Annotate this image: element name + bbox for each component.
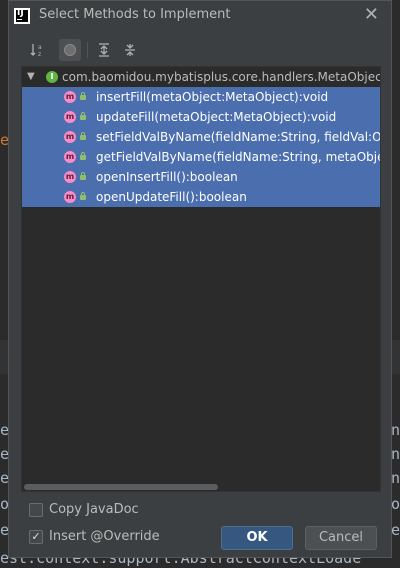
dialog-titlebar[interactable]: IJ Select Methods to Implement ✕ [9, 1, 391, 31]
method-icon: m [64, 191, 76, 203]
method-icon: m [64, 111, 76, 123]
dialog-toolbar: a z [27, 39, 227, 63]
lock-icon [80, 152, 86, 160]
horizontal-scrollbar[interactable] [24, 484, 218, 490]
lock-icon [80, 192, 86, 200]
lock-icon [80, 92, 86, 100]
sort-alpha-icon[interactable]: a z [27, 39, 49, 61]
toolbar-separator [87, 42, 88, 58]
ok-button[interactable]: OK [221, 526, 293, 550]
tree-method-item[interactable]: m openUpdateFill():boolean [22, 187, 380, 207]
methods-tree[interactable]: ▼ I com.baomidou.mybatisplus.core.handle… [21, 66, 381, 492]
method-icon: m [64, 151, 76, 163]
method-label: setFieldValByName(fieldName:String, fiel… [96, 130, 381, 144]
lock-icon [80, 172, 86, 180]
tree-method-item[interactable]: m insertFill(metaObject:MetaObject):void [22, 87, 380, 107]
lock-icon [80, 132, 86, 140]
tree-method-item[interactable]: m setFieldValByName(fieldName:String, fi… [22, 127, 380, 147]
method-label: openUpdateFill():boolean [96, 190, 247, 204]
background-code-line: e [390, 521, 400, 539]
method-label: insertFill(metaObject:MetaObject):void [96, 90, 329, 104]
copy-javadoc-checkbox[interactable] [29, 503, 43, 517]
method-icon: m [64, 171, 76, 183]
close-icon[interactable]: ✕ [364, 4, 379, 26]
copy-javadoc-label: Copy JavaDoc [49, 502, 139, 517]
select-methods-dialog: IJ Select Methods to Implement ✕ a z ▼ I… [8, 0, 392, 558]
svg-text:a: a [38, 44, 42, 51]
insert-override-checkbox[interactable]: ✓ [29, 530, 43, 544]
method-icon: m [64, 131, 76, 143]
svg-text:z: z [38, 51, 41, 58]
tree-method-item[interactable]: m getFieldValByName(fieldName:String, me… [22, 147, 380, 167]
method-label: updateFill(metaObject:MetaObject):void [96, 110, 337, 124]
intellij-logo-icon: IJ [14, 8, 30, 24]
tree-class-node[interactable]: ▼ I com.baomidou.mybatisplus.core.handle… [22, 67, 380, 87]
lock-icon [80, 112, 86, 120]
method-label: getFieldValByName(fieldName:String, meta… [96, 150, 381, 164]
cancel-button[interactable]: Cancel [305, 526, 377, 550]
insert-override-label: Insert @Override [49, 529, 160, 544]
circle-icon [64, 44, 76, 56]
class-name-label: com.baomidou.mybatisplus.core.handlers.M… [62, 70, 381, 84]
method-label: openInsertFill():boolean [96, 170, 238, 184]
tree-method-item[interactable]: m openInsertFill():boolean [22, 167, 380, 187]
dialog-title: Select Methods to Implement [39, 7, 231, 22]
collapse-all-icon[interactable] [119, 39, 141, 61]
interface-icon: I [46, 71, 58, 83]
method-icon: m [64, 91, 76, 103]
show-inherited-toggle[interactable] [59, 39, 81, 61]
expand-all-icon[interactable] [93, 39, 115, 61]
tree-method-item[interactable]: m updateFill(metaObject:MetaObject):void [22, 107, 380, 127]
chevron-down-icon[interactable]: ▼ [27, 67, 35, 87]
